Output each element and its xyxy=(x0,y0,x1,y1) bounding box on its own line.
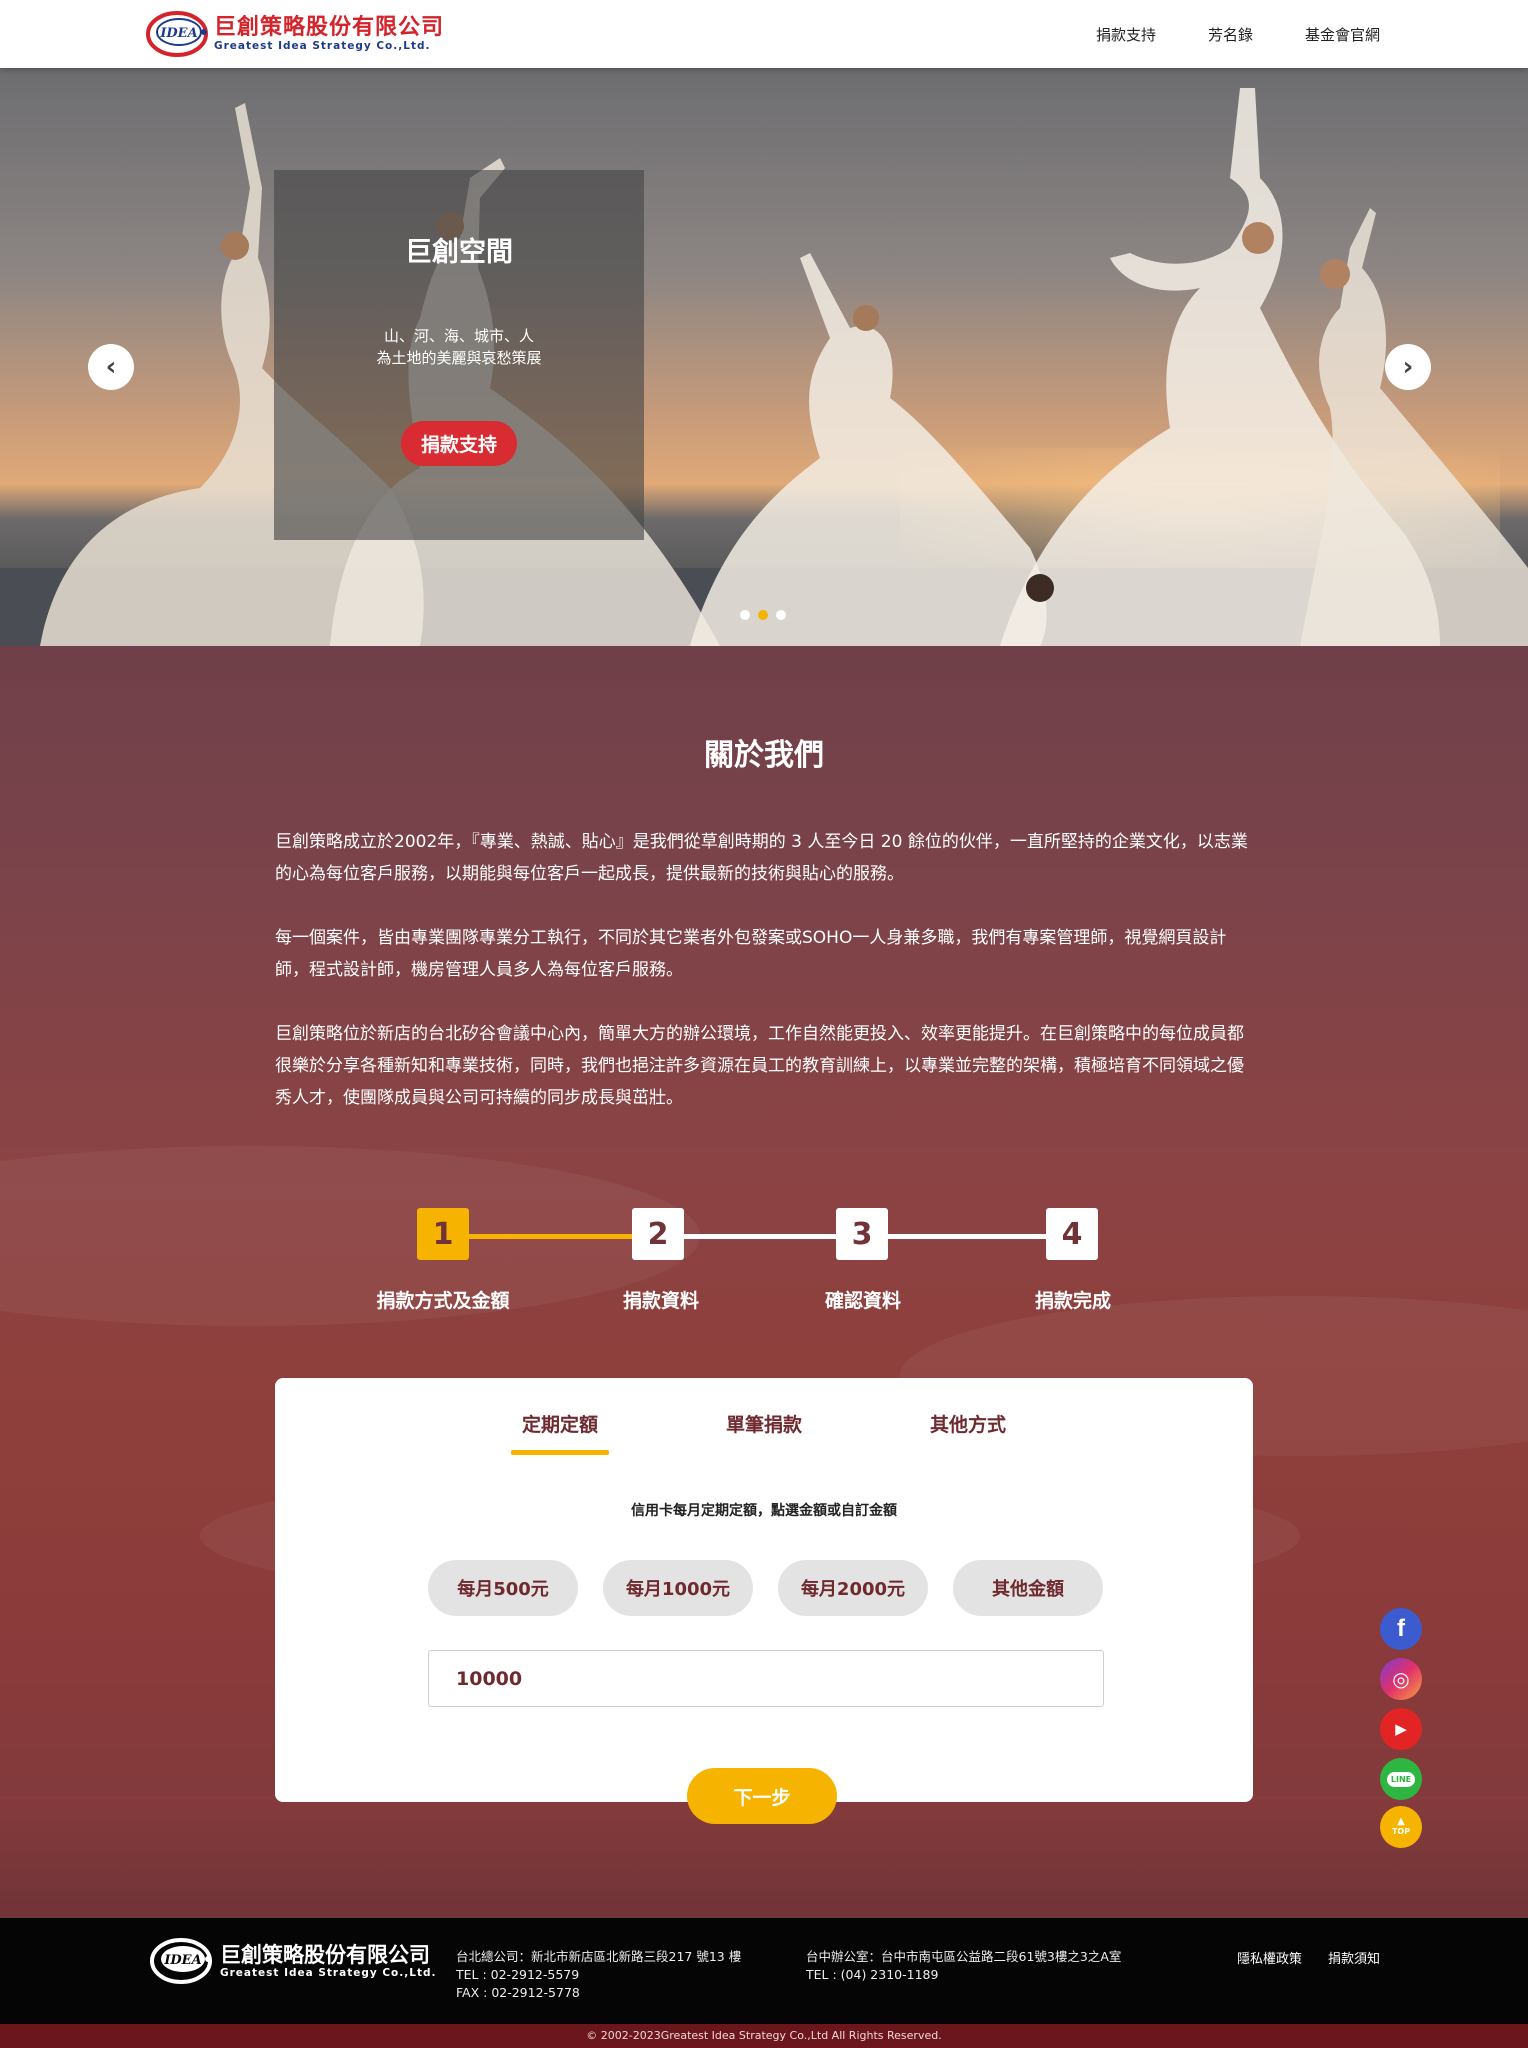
step-4-label: 捐款完成 xyxy=(1034,1290,1111,1312)
line-icon: LINE xyxy=(1386,1771,1416,1787)
carousel-dots xyxy=(740,610,786,620)
youtube-button[interactable]: ▶ xyxy=(1380,1708,1422,1750)
donation-form-card: 定期定額 單筆捐款 其他方式 信用卡每月定期定額，點選金額或自訂金額 每月500… xyxy=(275,1378,1253,1802)
custom-amount-input[interactable] xyxy=(428,1650,1104,1707)
step-4-badge: 4 xyxy=(1046,1208,1098,1260)
taichung-tel: TEL : (04) 2310-1189 xyxy=(806,1967,939,1982)
svg-text:IDEA: IDEA xyxy=(163,1953,201,1968)
amount-other-button[interactable]: 其他金額 xyxy=(953,1560,1103,1616)
nav-foundation-site[interactable]: 基金會官網 xyxy=(1305,24,1380,45)
main-nav: 捐款支持 芳名錄 基金會官網 xyxy=(1096,0,1380,68)
footer-taichung-info: 台中辦公室：台中市南屯區公益路二段61號3樓之3之A室 TEL : (04) 2… xyxy=(806,1948,1121,1984)
step-3-label: 確認資料 xyxy=(824,1290,901,1312)
tab-recurring[interactable]: 定期定額 xyxy=(500,1410,620,1437)
company-name-en: Greatest Idea Strategy Co.,Ltd. xyxy=(214,40,431,52)
instagram-button[interactable]: ◎ xyxy=(1380,1658,1422,1700)
amount-2000-button[interactable]: 每月2000元 xyxy=(778,1560,928,1616)
step-connector-complete xyxy=(468,1234,634,1239)
carousel-dot-active[interactable] xyxy=(758,610,768,620)
nav-donor-list[interactable]: 芳名錄 xyxy=(1208,24,1253,45)
svg-text:IDEA: IDEA xyxy=(159,26,197,41)
hero-title: 巨創空間 xyxy=(405,237,513,268)
footer-logo-mark: IDEA xyxy=(150,1938,212,1984)
footer-company-cn: 巨創策略股份有限公司 xyxy=(220,1943,430,1967)
top-label: TOP xyxy=(1391,1827,1411,1836)
step-2-label: 捐款資料 xyxy=(622,1290,699,1312)
company-name-cn: 巨創策略股份有限公司 xyxy=(214,15,445,40)
amount-500-button[interactable]: 每月500元 xyxy=(428,1560,578,1616)
hero-subtitle-line1: 山、河、海、城市、人 xyxy=(383,327,534,345)
amount-1000-button[interactable]: 每月1000元 xyxy=(603,1560,753,1616)
chevron-left-icon: ‹ xyxy=(105,352,117,382)
about-paragraph-3: 巨創策略位於新店的台北矽谷會議中心內，簡單大方的辦公環境，工作自然能更投入、效率… xyxy=(275,1024,1244,1108)
hero-caption: 巨創空間 山、河、海、城市、人 為土地的美麗與哀愁策展 捐款支持 xyxy=(274,170,644,540)
donation-type-tabs: 定期定額 單筆捐款 其他方式 xyxy=(275,1410,1253,1458)
instagram-icon: ◎ xyxy=(1392,1667,1410,1691)
facebook-icon: f xyxy=(1397,1615,1405,1642)
arrow-up-icon: ▲ xyxy=(1397,1816,1405,1827)
footer-hq-info: 台北總公司：新北市新店區北新路三段217 號13 樓 TEL : 02-2912… xyxy=(456,1948,741,2002)
footer-links: 隱私權政策 捐款須知 xyxy=(1237,1948,1380,1967)
step-2-badge: 2 xyxy=(632,1208,684,1260)
carousel-next-button[interactable]: › xyxy=(1385,344,1431,390)
step-3-badge: 3 xyxy=(836,1208,888,1260)
about-title: 關於我們 xyxy=(704,738,824,773)
hero-subtitle-line2: 為土地的美麗與哀愁策展 xyxy=(376,349,542,367)
main-section: 關於我們 巨創策略成立於2002年，『專業、熱誠、貼心』是我們從草創時期的 3 … xyxy=(0,646,1528,1918)
footer-logo[interactable]: IDEA 巨創策略股份有限公司 Greatest Idea Strategy C… xyxy=(150,1938,436,1984)
privacy-policy-link[interactable]: 隱私權政策 xyxy=(1237,1948,1302,1967)
youtube-icon: ▶ xyxy=(1395,1720,1407,1738)
nav-donate[interactable]: 捐款支持 xyxy=(1096,24,1156,45)
site-header: IDEA 巨創策略股份有限公司 Greatest Idea Strategy C… xyxy=(0,0,1528,68)
hq-fax: FAX : 02-2912-5778 xyxy=(456,1985,580,2000)
hq-tel: TEL : 02-2912-5579 xyxy=(456,1967,580,1982)
about-paragraph-2: 每一個案件，皆由專業團隊專業分工執行，不同於其它業者外包發案或SOHO一人身兼多… xyxy=(275,928,1227,980)
donation-hint: 信用卡每月定期定額，點選金額或自訂金額 xyxy=(631,1503,897,1519)
step-connector xyxy=(888,1234,1048,1239)
carousel-prev-button[interactable]: ‹ xyxy=(88,344,134,390)
step-connector xyxy=(684,1234,838,1239)
logo-mark: IDEA xyxy=(146,11,208,57)
footer-company-en: Greatest Idea Strategy Co.,Ltd. xyxy=(220,1967,437,1979)
tab-single[interactable]: 單筆捐款 xyxy=(704,1410,824,1437)
hero-donate-button[interactable]: 捐款支持 xyxy=(400,421,517,466)
hero-carousel: 巨創空間 山、河、海、城市、人 為土地的美麗與哀愁策展 捐款支持 ‹ › xyxy=(0,68,1528,646)
active-tab-indicator xyxy=(511,1450,609,1455)
copyright: © 2002-2023Greatest Idea Strategy Co.,Lt… xyxy=(0,2024,1528,2048)
facebook-button[interactable]: f xyxy=(1380,1608,1422,1650)
carousel-dot[interactable] xyxy=(776,610,786,620)
donation-notice-link[interactable]: 捐款須知 xyxy=(1328,1948,1380,1967)
tab-other-methods[interactable]: 其他方式 xyxy=(908,1410,1028,1437)
taichung-address: 台中辦公室：台中市南屯區公益路二段61號3樓之3之A室 xyxy=(806,1949,1122,1964)
back-to-top-button[interactable]: ▲ TOP xyxy=(1380,1806,1422,1848)
step-1-badge: 1 xyxy=(417,1208,469,1260)
next-step-button[interactable]: 下一步 xyxy=(687,1768,837,1824)
company-logo[interactable]: IDEA 巨創策略股份有限公司 Greatest Idea Strategy C… xyxy=(146,10,444,58)
about-paragraph-1: 巨創策略成立於2002年，『專業、熱誠、貼心』是我們從草創時期的 3 人至今日 … xyxy=(275,832,1248,884)
carousel-dot[interactable] xyxy=(740,610,750,620)
site-footer: IDEA 巨創策略股份有限公司 Greatest Idea Strategy C… xyxy=(0,1918,1528,2024)
hero-dancers-image xyxy=(0,88,1528,646)
chevron-right-icon: › xyxy=(1402,352,1414,382)
step-1-label: 捐款方式及金額 xyxy=(376,1290,510,1312)
line-button[interactable]: LINE xyxy=(1380,1758,1422,1800)
hq-address: 台北總公司：新北市新店區北新路三段217 號13 樓 xyxy=(456,1949,742,1964)
